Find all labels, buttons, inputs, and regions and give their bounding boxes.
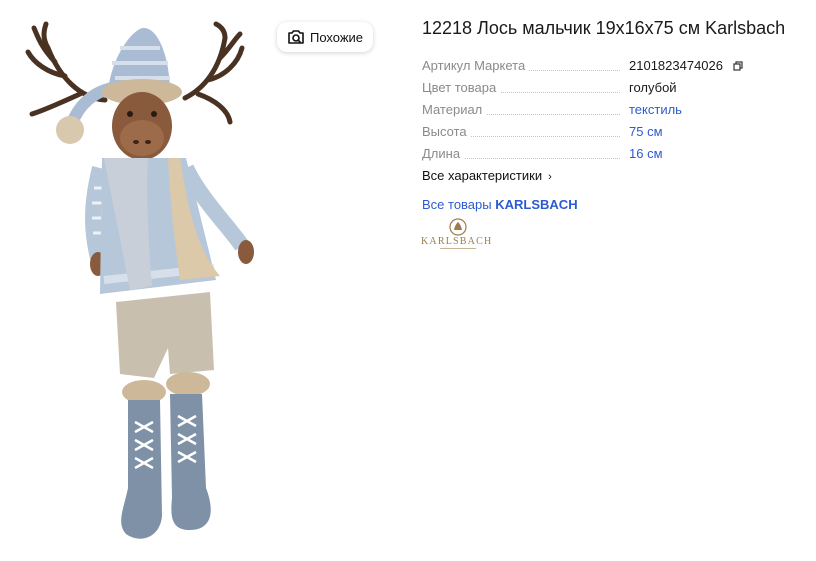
all-brand-goods-link[interactable]: Все товары KARLSBACH bbox=[422, 197, 578, 212]
spec-name: Артикул Маркета bbox=[422, 58, 530, 73]
product-title: 12218 Лось мальчик 19x16x75 см Karlsbach bbox=[422, 18, 786, 38]
spec-value-color: голубой bbox=[629, 80, 677, 95]
product-image[interactable] bbox=[20, 18, 270, 556]
spec-row-length: Длина 16 см bbox=[422, 144, 752, 166]
spec-name: Цвет товара bbox=[422, 80, 501, 95]
all-goods-prefix: Все товары bbox=[422, 197, 492, 212]
spec-row-article: Артикул Маркета 2101823474026 bbox=[422, 56, 752, 78]
all-goods-brand: KARLSBACH bbox=[495, 197, 578, 212]
article-number: 2101823474026 bbox=[629, 58, 723, 73]
spec-value-material-link[interactable]: текстиль bbox=[629, 102, 682, 117]
brand-logo-underline bbox=[440, 248, 476, 249]
chevron-right-icon: › bbox=[548, 171, 552, 183]
spec-row-color: Цвет товара голубой bbox=[422, 78, 752, 100]
spec-name: Высота bbox=[422, 124, 471, 139]
spec-value-length-link[interactable]: 16 см bbox=[629, 146, 663, 161]
spec-value-height-link[interactable]: 75 см bbox=[629, 124, 663, 139]
brand-logo[interactable]: KARLSBACH bbox=[418, 217, 498, 253]
moose-toy-illustration bbox=[25, 21, 254, 539]
specs-list: Артикул Маркета 2101823474026 Цвет товар… bbox=[422, 56, 752, 166]
spec-row-material: Материал текстиль bbox=[422, 100, 752, 122]
brand-logo-text: KARLSBACH bbox=[421, 236, 493, 247]
similar-button[interactable]: Похожие bbox=[277, 22, 373, 52]
camera-search-icon bbox=[287, 29, 305, 45]
copy-icon[interactable] bbox=[733, 59, 743, 74]
similar-button-label: Похожие bbox=[309, 29, 364, 45]
spec-name: Материал bbox=[422, 102, 487, 117]
spec-value-article: 2101823474026 bbox=[629, 58, 743, 74]
all-specs-link[interactable]: Все характеристики › bbox=[422, 168, 552, 183]
spec-name: Длина bbox=[422, 146, 465, 161]
all-specs-label: Все характеристики bbox=[422, 168, 543, 183]
spec-row-height: Высота 75 см bbox=[422, 122, 752, 144]
